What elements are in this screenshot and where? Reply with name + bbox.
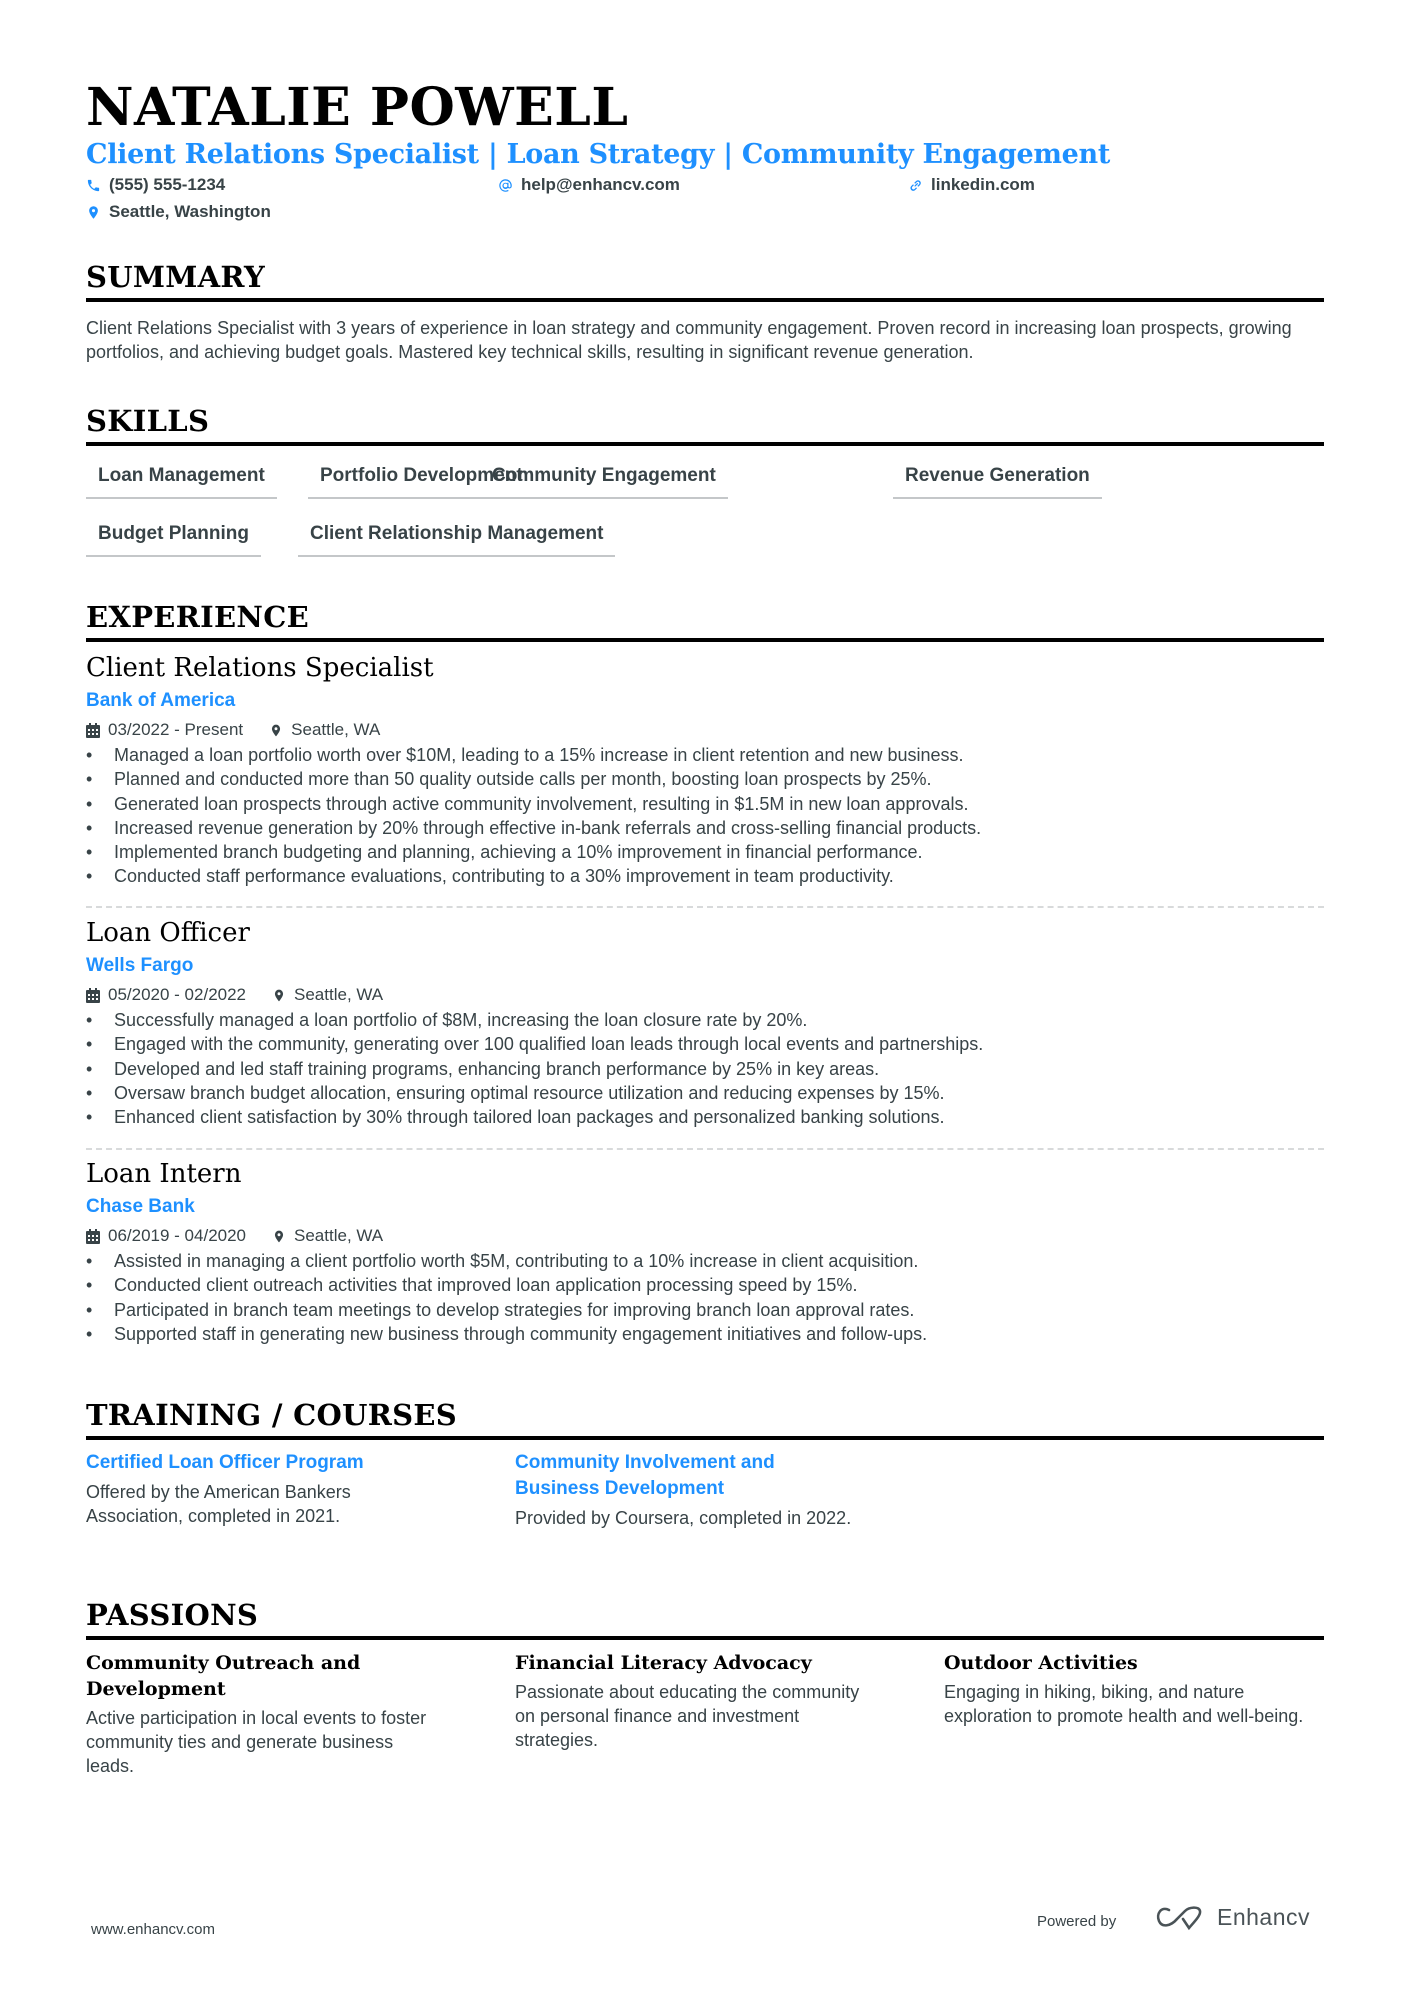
job-dates: 05/2020 - 02/2022 [108, 985, 247, 1004]
location-pin-icon [89, 205, 98, 219]
contact-location: Seattle, Washington [86, 201, 271, 223]
job-bullets: Assisted in managing a client portfolio … [86, 1249, 1324, 1346]
summary-section: SUMMARY Client Relations Specialist with… [86, 260, 1324, 364]
job-location: Seattle, WA [294, 1226, 384, 1245]
skills-heading: SKILLS [86, 404, 210, 438]
link-icon [910, 179, 921, 191]
job-dates: 03/2022 - Present [108, 720, 244, 739]
contact-email-value: help@enhancv.com [521, 175, 680, 194]
training-item: Certified Loan Officer Program Offered b… [86, 1450, 426, 1528]
contact-location-value: Seattle, Washington [109, 202, 271, 221]
powered-by-label: Powered by [1037, 1913, 1117, 1930]
course-description: Provided by Coursera, completed in 2022. [515, 1508, 852, 1528]
enhancv-brand[interactable]: Enhancv [1155, 1902, 1310, 1932]
contact-linkedin[interactable]: linkedin.com [908, 174, 1035, 196]
contact-phone-value: (555) 555-1234 [109, 175, 226, 194]
location-pin-icon [274, 1230, 284, 1242]
course-description: Offered by the American Bankers Associat… [86, 1482, 351, 1526]
location-pin-icon [272, 724, 281, 736]
passion-description: Passionate about educating the community… [515, 1682, 860, 1750]
bullet-item: Planned and conducted more than 50 quali… [86, 767, 1324, 792]
company-name: Chase Bank [86, 1196, 195, 1217]
job-entry: Loan Officer Wells Fargo 05/2020 - 02/20… [86, 917, 1324, 1130]
job-title: Loan Intern [86, 1159, 242, 1189]
passion-description: Active participation in local events to … [86, 1708, 427, 1776]
section-divider [86, 1636, 1324, 1640]
contact-phone: (555) 555-1234 [86, 174, 225, 196]
job-bullets: Managed a loan portfolio worth over $10M… [86, 743, 1324, 889]
passion-description: Engaging in hiking, biking, and nature e… [944, 1682, 1304, 1726]
course-title: Certified Loan Officer Program [86, 1452, 364, 1473]
phone-icon [87, 179, 100, 191]
training-section: TRAINING / COURSES [86, 1398, 1324, 1440]
skill-tag: Community Engagement [480, 464, 728, 499]
passions-heading: PASSIONS [86, 1598, 259, 1632]
enhancv-brand-name: Enhancv [1217, 1903, 1311, 1930]
training-heading: TRAINING / COURSES [86, 1398, 458, 1432]
bullet-item: Oversaw branch budget allocation, ensuri… [86, 1081, 1324, 1106]
job-meta: 03/2022 - Present Seattle, WA [86, 719, 1324, 741]
job-bullets: Successfully managed a loan portfolio of… [86, 1008, 1324, 1130]
bullet-item: Conducted client outreach activities tha… [86, 1273, 1324, 1298]
at-icon [499, 178, 512, 192]
training-item: Community Involvement and Business Devel… [515, 1450, 855, 1530]
bullet-item: Engaged with the community, generating o… [86, 1032, 1324, 1057]
candidate-name: NATALIE POWELL [86, 77, 629, 138]
passion-item: Community Outreach and Development Activ… [86, 1650, 446, 1778]
bullet-item: Conducted staff performance evaluations,… [86, 864, 1324, 889]
bullet-item: Generated loan prospects through active … [86, 792, 1324, 817]
skills-section: SKILLS [86, 404, 1324, 446]
passion-title: Community Outreach and Development [86, 1652, 361, 1700]
calendar-icon [86, 1228, 100, 1244]
passion-title: Outdoor Activities [944, 1652, 1138, 1674]
company-name: Wells Fargo [86, 955, 194, 976]
job-title: Client Relations Specialist [86, 653, 434, 683]
job-location: Seattle, WA [291, 720, 381, 739]
bullet-item: Increased revenue generation by 20% thro… [86, 816, 1324, 841]
job-title: Loan Officer [86, 918, 250, 948]
bullet-item: Enhanced client satisfaction by 30% thro… [86, 1105, 1324, 1130]
job-location: Seattle, WA [294, 985, 384, 1004]
bullet-item: Successfully managed a loan portfolio of… [86, 1008, 1324, 1033]
section-divider [86, 442, 1324, 446]
bullet-item: Supported staff in generating new busine… [86, 1322, 1324, 1347]
job-entry: Loan Intern Chase Bank 06/2019 - 04/2020… [86, 1158, 1324, 1346]
company-name: Bank of America [86, 690, 236, 711]
passion-item: Outdoor Activities Engaging in hiking, b… [944, 1650, 1324, 1728]
section-divider [86, 298, 1324, 302]
passions-section: PASSIONS [86, 1598, 1324, 1640]
contact-email[interactable]: help@enhancv.com [498, 174, 680, 196]
passion-title: Financial Literacy Advocacy [515, 1652, 812, 1674]
skill-tag: Client Relationship Management [298, 522, 616, 557]
course-title: Community Involvement and Business Devel… [515, 1452, 775, 1499]
skill-tag: Loan Management [86, 464, 277, 499]
experience-section: EXPERIENCE [86, 600, 1324, 642]
bullet-item: Managed a loan portfolio worth over $10M… [86, 743, 1324, 768]
job-entry: Client Relations Specialist Bank of Amer… [86, 652, 1324, 889]
bullet-item: Participated in branch team meetings to … [86, 1298, 1324, 1323]
summary-heading: SUMMARY [86, 260, 265, 294]
bullet-item: Developed and led staff training program… [86, 1057, 1324, 1082]
skill-tag: Revenue Generation [893, 464, 1102, 499]
contact-linkedin-value: linkedin.com [931, 175, 1035, 194]
footer-website-link[interactable]: www.enhancv.com [91, 1921, 215, 1938]
job-dates: 06/2019 - 04/2020 [108, 1226, 247, 1245]
enhancv-logo-icon [1156, 1906, 1202, 1931]
bullet-item: Assisted in managing a client portfolio … [86, 1249, 1324, 1274]
skill-tag: Budget Planning [86, 522, 261, 557]
job-separator [86, 1148, 1324, 1150]
section-divider [86, 638, 1324, 642]
passion-item: Financial Literacy Advocacy Passionate a… [515, 1650, 875, 1752]
section-divider [86, 1436, 1324, 1440]
job-separator [86, 906, 1324, 908]
calendar-icon [86, 722, 100, 738]
location-pin-icon [274, 989, 284, 1001]
candidate-headline: Client Relations Specialist | Loan Strat… [86, 139, 1111, 170]
job-meta: 05/2020 - 02/2022 Seattle, WA [86, 984, 1324, 1006]
bullet-item: Implemented branch budgeting and plannin… [86, 840, 1324, 865]
summary-text: Client Relations Specialist with 3 years… [86, 318, 1292, 362]
job-meta: 06/2019 - 04/2020 Seattle, WA [86, 1225, 1324, 1247]
calendar-icon [86, 987, 100, 1003]
experience-heading: EXPERIENCE [86, 600, 309, 634]
